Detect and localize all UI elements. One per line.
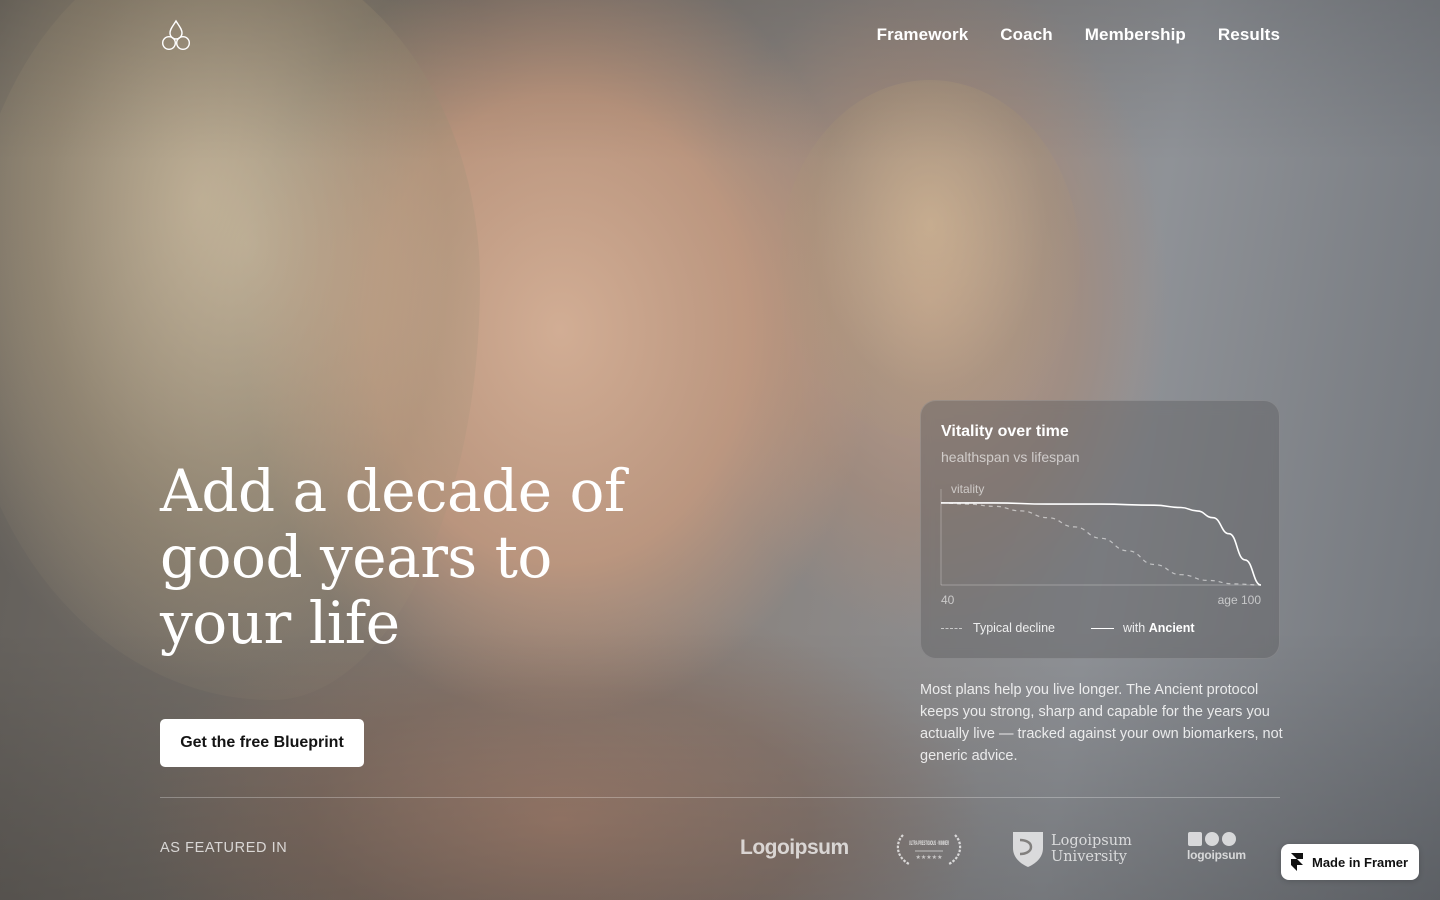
- section-divider: [160, 797, 1280, 798]
- x-tick-start: 40: [941, 593, 955, 607]
- vitality-chart-card: Vitality over time healthspan vs lifespa…: [920, 400, 1280, 659]
- made-in-framer-badge[interactable]: Made in Framer: [1281, 844, 1419, 880]
- get-blueprint-button[interactable]: Get the free Blueprint: [160, 719, 364, 767]
- legend-with-prefix: with: [1123, 621, 1146, 635]
- legend-brand: Ancient: [1148, 621, 1195, 635]
- y-axis-label: vitality: [951, 482, 984, 496]
- nav-results[interactable]: Results: [1218, 24, 1280, 46]
- framer-badge-label: Made in Framer: [1312, 854, 1409, 870]
- press-logo-ultra-text: ULTRA PRESTIGIOUS · WINNER: [909, 841, 949, 847]
- chart-legend: Typical decline with Ancient: [941, 621, 1231, 635]
- press-logo-univ-line2: University: [1051, 849, 1127, 865]
- press-logo-logoipsum-dots: logoipsum: [1187, 832, 1246, 862]
- x-tick-end: age 100: [1218, 593, 1262, 607]
- nav-framework[interactable]: Framework: [877, 24, 969, 46]
- svg-text:★★★★★: ★★★★★: [916, 854, 943, 861]
- press-logo-logoipsum-university: Logoipsum University: [1011, 830, 1132, 868]
- nav-coach[interactable]: Coach: [1000, 24, 1052, 46]
- shield-icon: [1013, 832, 1043, 867]
- press-logo-univ-line1: Logoipsum: [1051, 833, 1132, 849]
- nav-membership[interactable]: Membership: [1085, 24, 1186, 46]
- legend-solid-swatch: [1091, 627, 1114, 629]
- legend-ancient: with Ancient: [1091, 621, 1195, 635]
- series-with-ancient: [941, 502, 1262, 586]
- legend-typical: Typical decline: [941, 621, 1055, 635]
- press-logo-ultra-prestigious: ULTRA PRESTIGIOUS · WINNER ★★★★★: [893, 831, 965, 867]
- hero-headline: Add a decade of good years to your life: [160, 457, 625, 657]
- featured-label: AS FEATURED IN: [160, 840, 288, 856]
- hero-description: Most plans help you live longer. The Anc…: [920, 682, 1283, 764]
- series-typical-decline: [940, 502, 1262, 586]
- framer-icon: [1291, 853, 1303, 871]
- main-nav: Framework Coach Membership Results: [877, 24, 1280, 46]
- legend-typical-label: Typical decline: [973, 621, 1055, 635]
- press-logo-logoipsum: Logoipsum: [740, 836, 849, 859]
- logo-icon[interactable]: [160, 19, 192, 51]
- legend-dashed-swatch: [941, 627, 962, 629]
- dots-icon: [1188, 832, 1246, 846]
- press-logo-dots-text: logoipsum: [1187, 848, 1246, 862]
